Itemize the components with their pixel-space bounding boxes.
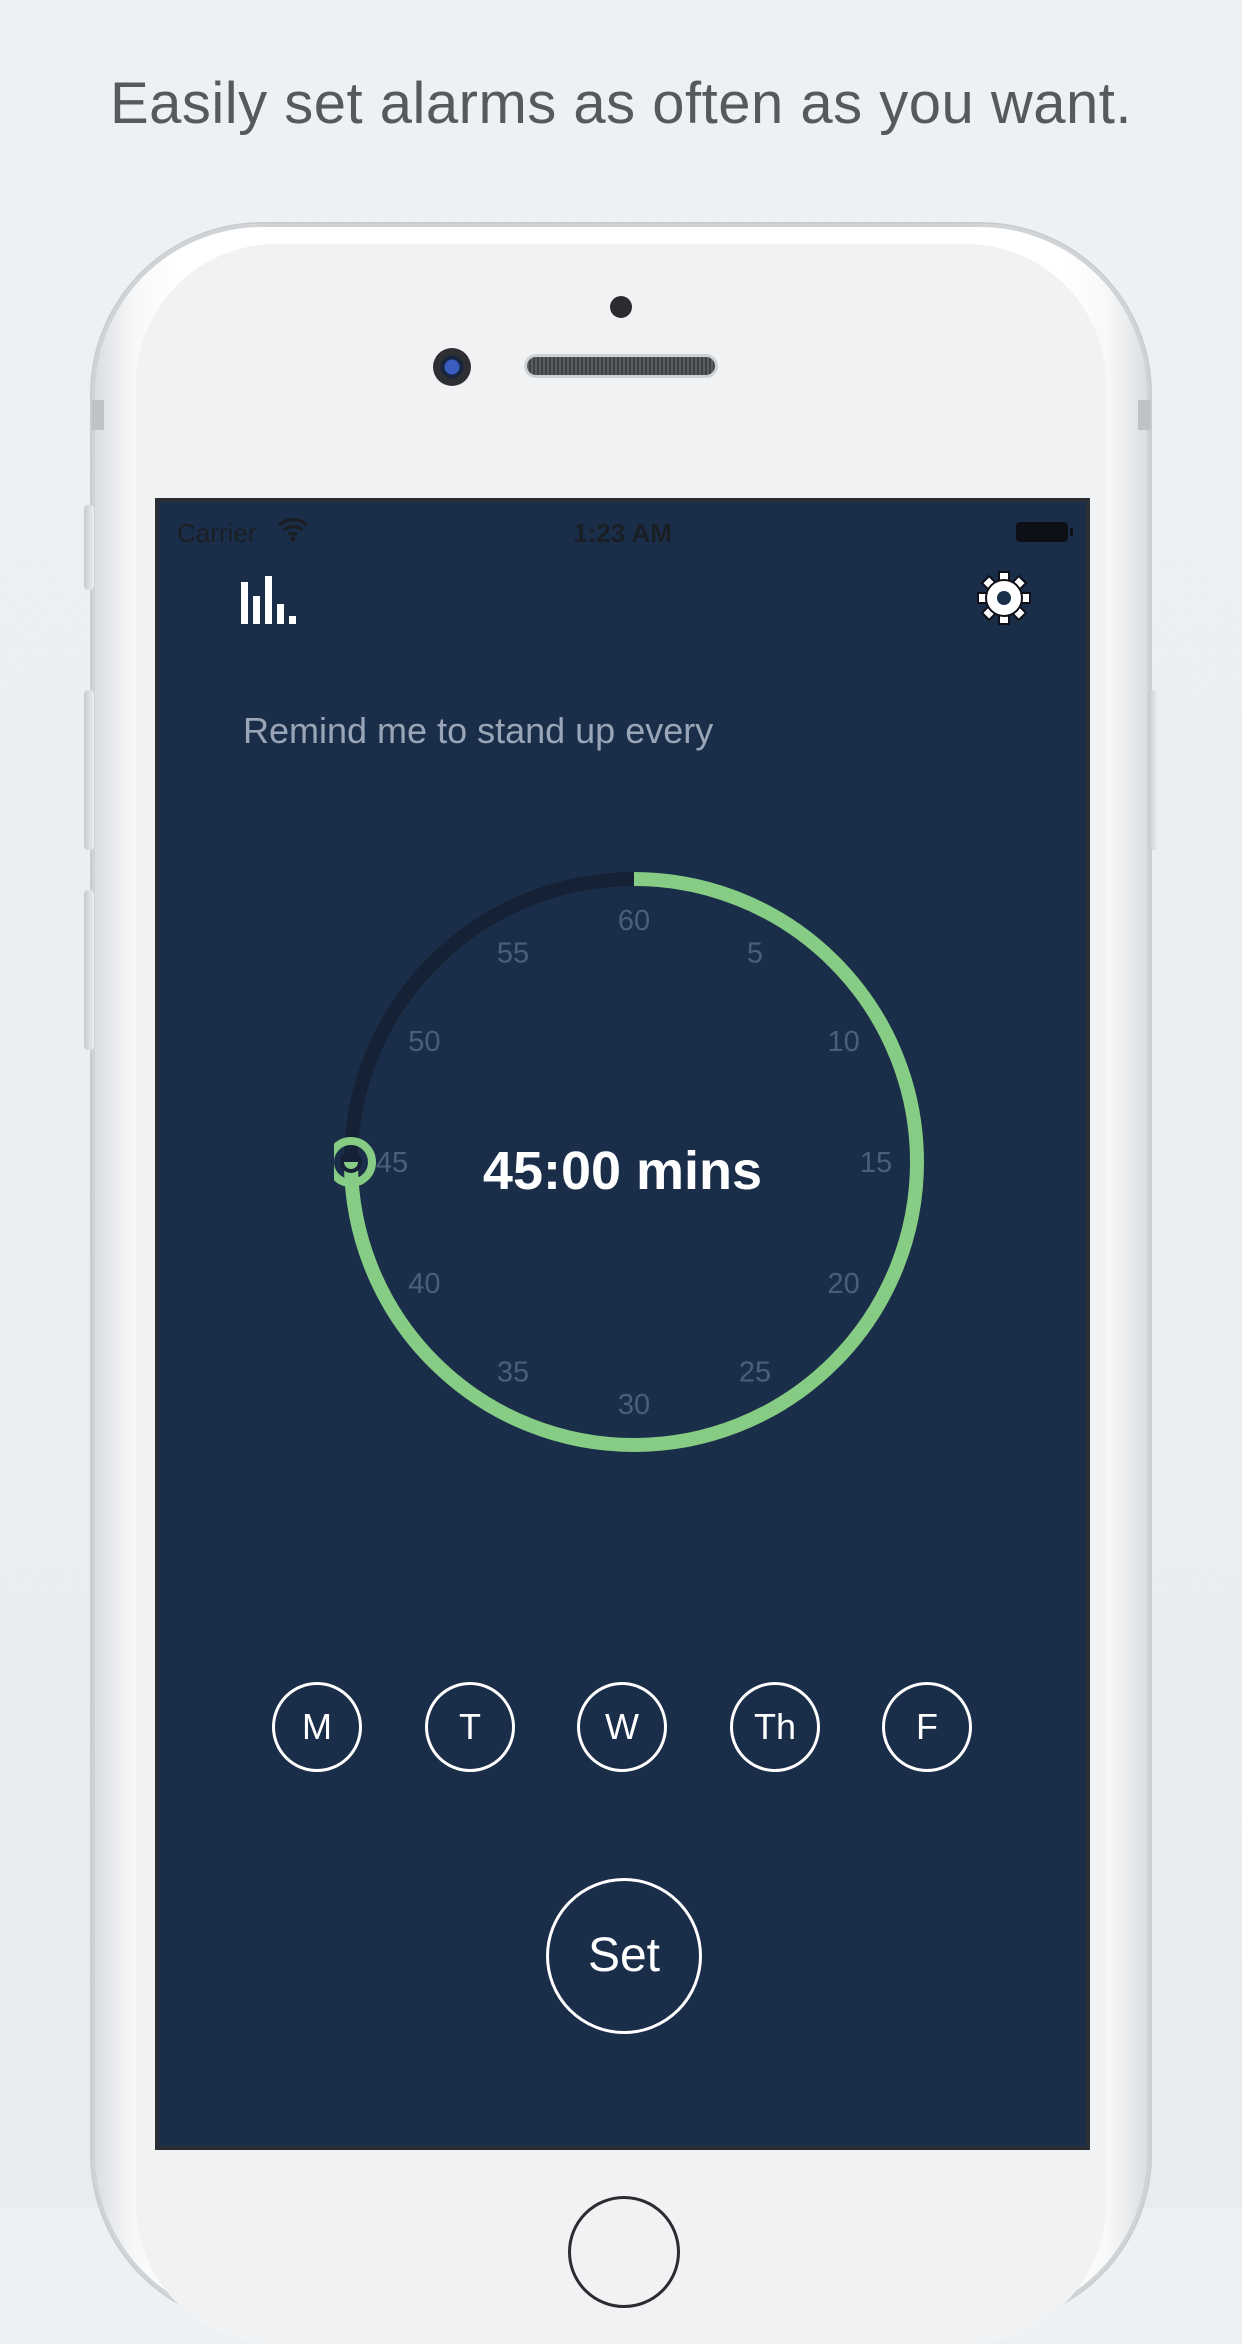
battery-icon [1016, 522, 1073, 542]
dial-tick-50: 50 [408, 1026, 440, 1058]
reminder-prompt: Remind me to stand up every [243, 710, 714, 751]
app-screen: Carrier 1:23 AM Remind me to stand up ev… [155, 498, 1090, 2150]
dial-tick-40: 40 [408, 1268, 440, 1300]
dial-tick-35: 35 [497, 1357, 529, 1389]
dial-tick-55: 55 [497, 937, 529, 969]
settings-button[interactable] [965, 566, 1043, 630]
headline: Easily set alarms as often as you want. [109, 71, 1133, 136]
dial-tick-5: 5 [747, 937, 763, 969]
volume-down-button [84, 890, 94, 1050]
dial-tick-25: 25 [739, 1357, 771, 1389]
status-bar: Carrier 1:23 AM [159, 502, 1086, 562]
proximity-sensor [610, 296, 632, 318]
stats-button[interactable] [239, 572, 299, 632]
day-toggle-wednesday[interactable]: W [577, 1682, 667, 1772]
earpiece-speaker [527, 357, 715, 375]
day-toggle-monday[interactable]: M [272, 1682, 362, 1772]
power-button [1148, 690, 1158, 850]
day-toggle-friday[interactable]: F [882, 1682, 972, 1772]
clock: 1:23 AM [573, 518, 672, 548]
dial-tick-30: 30 [618, 1389, 650, 1421]
mute-switch [84, 505, 94, 590]
front-camera-icon [433, 348, 471, 386]
dial-tick-60: 60 [618, 905, 650, 937]
antenna-band-left [92, 400, 104, 430]
dial-tick-10: 10 [827, 1026, 859, 1058]
set-button[interactable]: Set [546, 1878, 702, 2034]
day-toggle-thursday[interactable]: Th [730, 1682, 820, 1772]
gear-icon [977, 571, 1031, 625]
day-toggle-tuesday[interactable]: T [425, 1682, 515, 1772]
bar-chart-icon [241, 576, 296, 624]
dial-tick-20: 20 [827, 1268, 859, 1300]
volume-up-button [84, 690, 94, 850]
home-button[interactable] [568, 2196, 680, 2308]
interval-readout: 45:00 mins [482, 1141, 763, 1201]
antenna-band-right [1138, 400, 1150, 430]
